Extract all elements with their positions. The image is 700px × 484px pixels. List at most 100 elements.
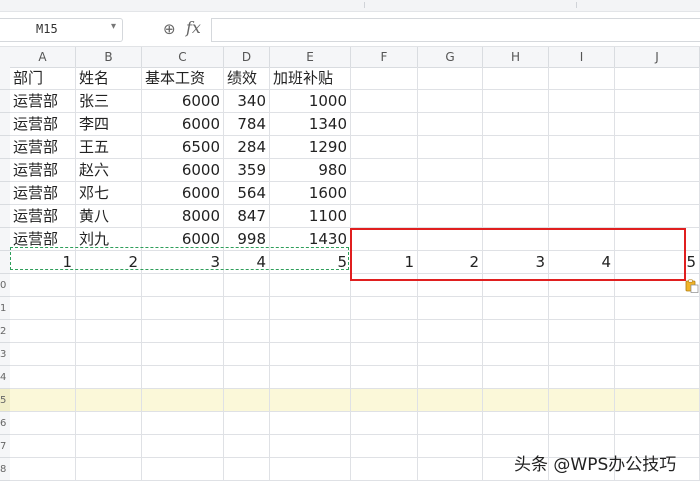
row-header[interactable] (0, 205, 10, 228)
cell-i[interactable]: 4 (549, 251, 615, 274)
cell-f[interactable] (351, 412, 418, 435)
cell-b[interactable] (76, 274, 142, 297)
cell-b[interactable] (76, 343, 142, 366)
cell-c[interactable]: 6000 (142, 113, 224, 136)
row-header[interactable] (0, 182, 10, 205)
cell-h[interactable] (483, 205, 549, 228)
cell-c[interactable] (142, 297, 224, 320)
cell-i[interactable] (549, 182, 615, 205)
cell-d[interactable] (224, 435, 270, 458)
cell-g[interactable] (418, 228, 483, 251)
cell-b[interactable]: 姓名 (76, 67, 142, 90)
cell-i[interactable] (549, 90, 615, 113)
cell-g[interactable] (418, 320, 483, 343)
cell-d[interactable]: 998 (224, 228, 270, 251)
cell-g[interactable] (418, 113, 483, 136)
cell-g[interactable] (418, 366, 483, 389)
cell-j[interactable] (615, 228, 700, 251)
cell-i[interactable] (549, 159, 615, 182)
cell-d[interactable]: 340 (224, 90, 270, 113)
cell-d[interactable] (224, 458, 270, 481)
row-header[interactable]: 1 (0, 297, 10, 320)
cell-g[interactable] (418, 458, 483, 481)
cell-a[interactable] (10, 435, 76, 458)
cell-a[interactable] (10, 366, 76, 389)
cell-d[interactable]: 564 (224, 182, 270, 205)
cell-e[interactable]: 加班补贴 (270, 67, 351, 90)
cell-d[interactable]: 359 (224, 159, 270, 182)
cell-b[interactable] (76, 320, 142, 343)
cell-g[interactable] (418, 136, 483, 159)
cell-e[interactable]: 1290 (270, 136, 351, 159)
cell-b[interactable]: 张三 (76, 90, 142, 113)
cell-i[interactable] (549, 412, 615, 435)
column-header-c[interactable]: C (142, 47, 224, 67)
row-header[interactable] (0, 113, 10, 136)
cell-h[interactable] (483, 136, 549, 159)
cell-f[interactable] (351, 366, 418, 389)
paste-options-icon[interactable] (685, 279, 699, 293)
cell-a[interactable]: 1 (10, 251, 76, 274)
cell-g[interactable] (418, 274, 483, 297)
zoom-icon[interactable]: ⊕ (163, 20, 176, 38)
cell-g[interactable] (418, 67, 483, 90)
cell-b[interactable]: 李四 (76, 113, 142, 136)
cell-e[interactable] (270, 320, 351, 343)
formula-input[interactable] (211, 18, 700, 42)
cell-i[interactable] (549, 136, 615, 159)
cell-f[interactable] (351, 274, 418, 297)
cell-i[interactable] (549, 320, 615, 343)
cell-g[interactable] (418, 389, 483, 412)
column-header-j[interactable]: J (615, 47, 700, 67)
cell-h[interactable] (483, 159, 549, 182)
cell-a[interactable]: 运营部 (10, 182, 76, 205)
cell-h[interactable] (483, 228, 549, 251)
cell-a[interactable]: 运营部 (10, 90, 76, 113)
cell-i[interactable] (549, 297, 615, 320)
cell-d[interactable] (224, 412, 270, 435)
cell-j[interactable] (615, 297, 700, 320)
cell-f[interactable]: 1 (351, 251, 418, 274)
cell-h[interactable] (483, 412, 549, 435)
cell-d[interactable] (224, 389, 270, 412)
cell-a[interactable]: 运营部 (10, 136, 76, 159)
cell-f[interactable] (351, 297, 418, 320)
cell-f[interactable] (351, 136, 418, 159)
cell-f[interactable] (351, 159, 418, 182)
column-header-f[interactable]: F (351, 47, 418, 67)
cell-b[interactable]: 刘九 (76, 228, 142, 251)
cell-e[interactable]: 5 (270, 251, 351, 274)
cell-b[interactable] (76, 366, 142, 389)
cell-j[interactable] (615, 159, 700, 182)
cell-f[interactable] (351, 182, 418, 205)
row-header[interactable]: 8 (0, 458, 10, 481)
cell-d[interactable] (224, 343, 270, 366)
cell-f[interactable] (351, 435, 418, 458)
cell-h[interactable] (483, 297, 549, 320)
cell-a[interactable] (10, 343, 76, 366)
cell-j[interactable] (615, 343, 700, 366)
cell-e[interactable] (270, 412, 351, 435)
cell-c[interactable]: 6000 (142, 182, 224, 205)
column-header-h[interactable]: H (483, 47, 549, 67)
cell-i[interactable] (549, 228, 615, 251)
cell-f[interactable] (351, 90, 418, 113)
cell-i[interactable] (549, 389, 615, 412)
row-header[interactable]: 3 (0, 343, 10, 366)
cell-b[interactable] (76, 458, 142, 481)
cell-c[interactable]: 6000 (142, 159, 224, 182)
cell-d[interactable]: 284 (224, 136, 270, 159)
cell-c[interactable]: 3 (142, 251, 224, 274)
cell-h[interactable] (483, 389, 549, 412)
cell-h[interactable] (483, 182, 549, 205)
cell-e[interactable] (270, 458, 351, 481)
cell-a[interactable] (10, 412, 76, 435)
cell-h[interactable] (483, 366, 549, 389)
cell-i[interactable] (549, 366, 615, 389)
cell-b[interactable]: 黄八 (76, 205, 142, 228)
cell-e[interactable] (270, 435, 351, 458)
row-header[interactable] (0, 251, 10, 274)
cell-j[interactable] (615, 136, 700, 159)
row-header[interactable] (0, 67, 10, 90)
cell-a[interactable] (10, 389, 76, 412)
